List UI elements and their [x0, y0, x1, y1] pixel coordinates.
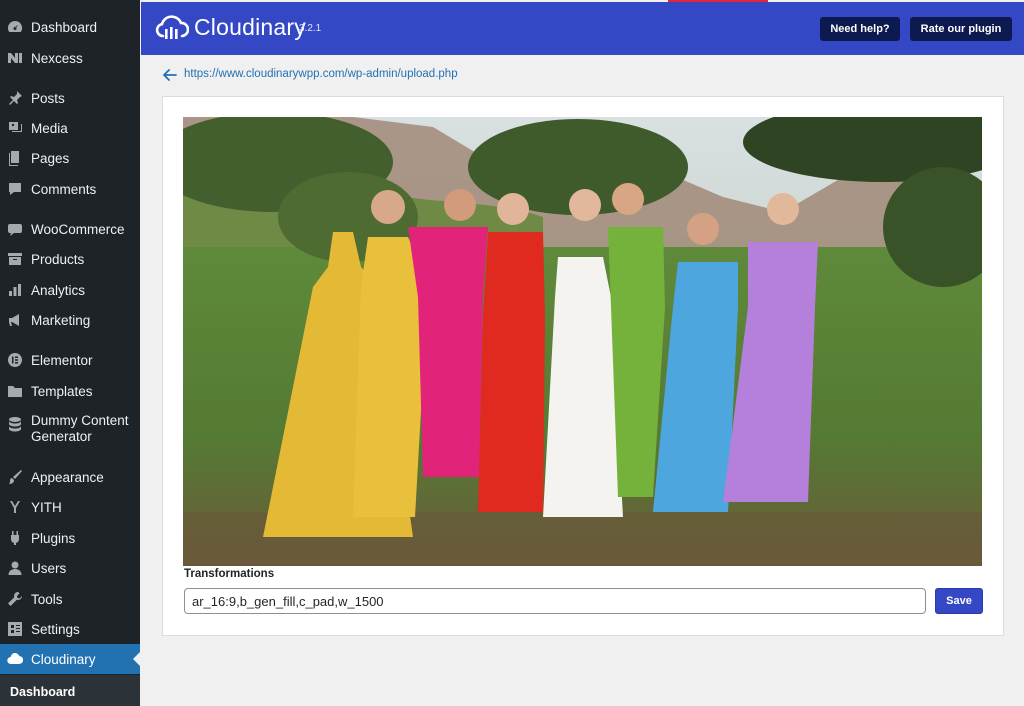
- back-arrow-icon[interactable]: [162, 67, 178, 83]
- sidebar-item-label: Pages: [31, 150, 70, 166]
- sidebar-item-nexcess[interactable]: Nexcess: [0, 43, 140, 73]
- sidebar-item-woocommerce[interactable]: WooCommerce: [0, 214, 140, 244]
- rate-plugin-button[interactable]: Rate our plugin: [910, 17, 1012, 41]
- sidebar-item-label: Cloudinary: [31, 651, 96, 667]
- active-indicator: [133, 652, 140, 666]
- transformations-label: Transformations: [184, 568, 275, 580]
- sidebar-item-settings[interactable]: Settings: [0, 614, 140, 644]
- sidebar-item-dummy-content-generator[interactable]: Dummy Content Generator: [0, 413, 140, 453]
- preview-image: [183, 117, 982, 566]
- sidebar-item-comments[interactable]: Comments: [0, 174, 140, 204]
- cloud-icon: [6, 651, 23, 668]
- cloudinary-submenu: Dashboard: [0, 675, 140, 706]
- plug-icon: [6, 530, 23, 547]
- sidebar-item-templates[interactable]: Templates: [0, 376, 140, 406]
- sidebar-item-label: Appearance: [31, 469, 104, 485]
- sidebar-item-label: Settings: [31, 621, 80, 637]
- sidebar-item-products[interactable]: Products: [0, 244, 140, 274]
- elementor-icon: [6, 352, 23, 369]
- sidebar-item-label: Dummy Content Generator: [31, 413, 129, 445]
- transformations-input[interactable]: [184, 588, 926, 614]
- sidebar-item-label-line2: Generator: [31, 429, 92, 444]
- sidebar-item-label: Templates: [31, 383, 93, 399]
- brush-icon: [6, 469, 23, 486]
- folder-icon: [6, 383, 23, 400]
- save-button[interactable]: Save: [935, 588, 983, 614]
- media-icon: [6, 120, 23, 137]
- database-icon: [6, 415, 23, 432]
- sidebar-item-label: Nexcess: [31, 50, 83, 66]
- sidebar-item-label: Tools: [31, 591, 63, 607]
- sidebar-item-pages[interactable]: Pages: [0, 143, 140, 173]
- sidebar-item-label: Plugins: [31, 530, 76, 546]
- sidebar-item-dashboard[interactable]: Dashboard: [0, 12, 140, 42]
- sidebar-item-label: WooCommerce: [31, 221, 125, 237]
- submenu-item-dashboard[interactable]: Dashboard: [10, 685, 75, 699]
- sidebar-item-label-line1: Dummy Content: [31, 413, 129, 428]
- sidebar-item-marketing[interactable]: Marketing: [0, 305, 140, 335]
- dashboard-icon: [6, 19, 23, 36]
- sidebar-item-cloudinary[interactable]: Cloudinary: [0, 644, 140, 674]
- sidebar-item-label: Comments: [31, 181, 97, 197]
- sidebar-item-label: Analytics: [31, 282, 86, 298]
- sidebar-item-plugins[interactable]: Plugins: [0, 523, 140, 553]
- cloudinary-logo: Cloudinary: [155, 14, 306, 41]
- pin-icon: [6, 90, 23, 107]
- sidebar-item-label: YITH: [31, 499, 62, 515]
- plugin-header: Cloudinary 3.2.1 Need help? Rate our plu…: [141, 2, 1024, 55]
- sidebar-item-appearance[interactable]: Appearance: [0, 462, 140, 492]
- archive-icon: [6, 251, 23, 268]
- cloudinary-logo-icon: [155, 14, 189, 39]
- sidebar-item-elementor[interactable]: Elementor: [0, 345, 140, 375]
- bar-chart-icon: [6, 282, 23, 299]
- sidebar-item-posts[interactable]: Posts: [0, 83, 140, 113]
- media-url-link[interactable]: https://www.cloudinarywpp.com/wp-admin/u…: [184, 68, 458, 80]
- sidebar-item-label: Elementor: [31, 352, 93, 368]
- sidebar-item-label: Users: [31, 560, 67, 576]
- nexcess-icon: [6, 50, 23, 67]
- sidebar-item-media[interactable]: Media: [0, 113, 140, 143]
- sidebar-item-tools[interactable]: Tools: [0, 584, 140, 614]
- megaphone-icon: [6, 312, 23, 329]
- sidebar-item-users[interactable]: Users: [0, 553, 140, 583]
- photo-illustration: [183, 117, 982, 566]
- sidebar-item-label: Posts: [31, 90, 65, 106]
- admin-sidebar: Dashboard Nexcess Posts Media Pages Comm…: [0, 0, 140, 706]
- comment-icon: [6, 181, 23, 198]
- version-label: 3.2.1: [299, 23, 322, 34]
- woo-icon: [6, 221, 23, 238]
- user-icon: [6, 560, 23, 577]
- sidebar-item-yith[interactable]: YITH: [0, 492, 140, 522]
- wrench-icon: [6, 591, 23, 608]
- sidebar-item-label: Media: [31, 120, 68, 136]
- yith-icon: [6, 499, 23, 516]
- sidebar-item-label: Marketing: [31, 312, 91, 328]
- pages-icon: [6, 150, 23, 167]
- need-help-button[interactable]: Need help?: [820, 17, 900, 41]
- sidebar-item-analytics[interactable]: Analytics: [0, 275, 140, 305]
- sidebar-item-label: Products: [31, 251, 85, 267]
- sidebar-item-label: Dashboard: [31, 19, 98, 35]
- brand-name: Cloudinary: [194, 14, 306, 40]
- settings-icon: [6, 621, 23, 638]
